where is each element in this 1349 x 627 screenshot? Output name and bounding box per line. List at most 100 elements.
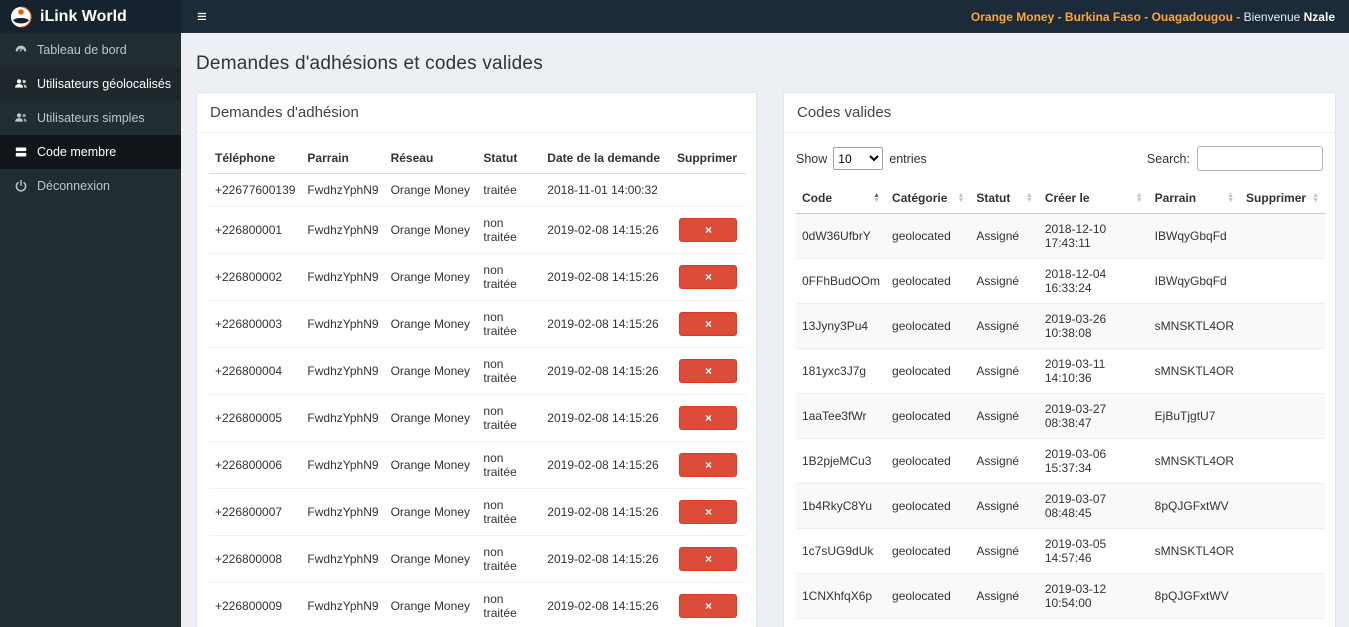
code-row: 1CNXhfqX6p geolocated Assigné 2019-03-12 10… (796, 573, 1325, 619)
code-cell-status: Assigné (976, 364, 1020, 378)
code-cell-category: geolocated (892, 589, 951, 603)
sidebar-item-geolocated-users[interactable]: Utilisateurs géolocalisés (0, 67, 181, 101)
page-title: Demandes d'adhésions et codes valides (196, 53, 543, 74)
requests-col-delete: Supprimer (670, 143, 746, 174)
request-cell-network: Orange Money (384, 394, 478, 442)
request-cell-network: Orange Money (384, 441, 478, 489)
request-cell-delete: × (670, 535, 746, 583)
codes-col-parrain[interactable]: Parrain ▲ ▼ (1148, 183, 1241, 214)
code-cell-delete (1240, 304, 1325, 349)
code-cell-status: Assigné (976, 319, 1020, 333)
column-header: Code ▲ ▼ (802, 191, 880, 205)
request-cell-parrain: FwdhzYphN9 (301, 253, 385, 301)
request-cell-delete: × (670, 441, 746, 489)
code-cell-created: 2019-03-27 08:38:47 (1044, 402, 1107, 430)
codes-table: Code ▲ ▼ Catégorie ▲ ▼ Statut ▲ ▼ Créer le ▲ ▼ Parra… (796, 183, 1325, 627)
sidebar-item-dashboard[interactable]: Tableau de bord (0, 33, 181, 67)
code-cell-status: Assigné (976, 589, 1020, 603)
request-cell-phone: +226800002 (209, 253, 302, 301)
topbar-username: Nzale (1303, 9, 1335, 24)
code-row: 0dW36UfbrY geolocated Assigné 2018-12-10 17… (796, 213, 1325, 259)
codes-col-category[interactable]: Catégorie ▲ ▼ (886, 183, 971, 214)
delete-request-button[interactable]: × (679, 453, 738, 477)
code-cell-code: 0dW36UfbrY (802, 229, 871, 243)
code-cell-delete (1240, 259, 1325, 304)
delete-request-button[interactable]: × (679, 547, 738, 571)
request-cell-network: Orange Money (384, 488, 478, 536)
code-cell-code: 1B2pjeMCu3 (802, 454, 872, 468)
code-cell-category: geolocated (892, 544, 951, 558)
main-content: Demandes d'adhésions et codes valides De… (181, 33, 1349, 627)
sort-desc-icon: ▼ (1227, 197, 1235, 204)
request-row: +226800003 FwdhzYphN9 Orange Money non trai… (209, 300, 746, 348)
request-cell-date: 2019-02-08 14:15:26 (541, 441, 671, 489)
code-cell-delete (1240, 439, 1325, 484)
x-icon: × (704, 317, 712, 331)
request-cell-status: non traitée (477, 535, 542, 583)
request-cell-network: Orange Money (384, 173, 478, 207)
codes-col-status[interactable]: Statut ▲ ▼ (970, 183, 1039, 214)
request-cell-delete: × (670, 394, 746, 442)
sidebar-item-member-code[interactable]: Code membre (0, 135, 181, 169)
sidebar-item-logout[interactable]: Déconnexion (0, 169, 181, 203)
code-cell-delete (1240, 349, 1325, 394)
sort-desc-icon: ▼ (1135, 197, 1143, 204)
codes-col-delete[interactable]: Supprimer ▲ ▼ (1240, 183, 1325, 214)
sidebar-item-label: Tableau de bord (37, 43, 127, 57)
power-icon (13, 179, 28, 194)
request-cell-status: non traitée (477, 300, 542, 348)
code-row: 1d9CDtc4mvgeolocatedAssigné2019-03-22 08… (796, 619, 1325, 627)
code-cell-category: geolocated (892, 274, 951, 288)
sort-desc-icon: ▼ (873, 197, 881, 204)
delete-request-button[interactable]: × (679, 500, 738, 524)
delete-request-button[interactable]: × (679, 265, 738, 289)
code-cell-created: 2019-03-05 14:57:46 (1044, 537, 1107, 565)
delete-request-button[interactable]: × (679, 218, 738, 242)
code-cell-category: geolocated (892, 454, 951, 468)
code-cell-code: 1aaTee3fWr (802, 409, 867, 423)
request-cell-delete: × (670, 206, 746, 254)
request-row: +226800005 FwdhzYphN9 Orange Money non trai… (209, 394, 746, 442)
code-cell-parrain: 8pQJGFxtWV (1154, 589, 1229, 603)
column-label: Catégorie (892, 191, 948, 205)
request-cell-date: 2019-02-08 14:15:26 (541, 488, 671, 536)
request-cell-network: Orange Money (384, 300, 478, 348)
codes-col-code[interactable]: Code ▲ ▼ (796, 183, 887, 214)
topbar-user-info: Orange Money - Burkina Faso - Ouagadougo… (971, 0, 1349, 33)
request-cell-parrain: FwdhzYphN9 (301, 300, 385, 348)
requests-col-date: Date de la demande (541, 143, 671, 174)
delete-request-button[interactable]: × (679, 359, 738, 383)
sort-icon: ▲ ▼ (867, 192, 881, 204)
sort-icon: ▲ ▼ (1020, 192, 1033, 204)
code-row: 13Jyny3Pu4 geolocated Assigné 2019-03-26 10… (796, 303, 1325, 349)
delete-request-button[interactable]: × (679, 594, 738, 618)
request-cell-status: non traitée (477, 394, 542, 442)
delete-request-button[interactable]: × (679, 406, 738, 430)
request-cell-delete: × (670, 582, 746, 627)
request-cell-phone: +226800003 (209, 300, 302, 348)
code-cell-category: geolocated (892, 229, 951, 243)
sort-icon: ▲ ▼ (1221, 192, 1235, 204)
codes-col-created[interactable]: Créer le ▲ ▼ (1038, 183, 1149, 214)
request-cell-parrain: FwdhzYphN9 (301, 488, 385, 536)
code-cell-created: 2019-03-22 08:45:22 (1039, 619, 1149, 627)
app-brand: iLink World (0, 0, 181, 33)
search-input[interactable] (1197, 146, 1323, 171)
request-row: +226800006 FwdhzYphN9 Orange Money non trai… (209, 441, 746, 489)
request-cell-phone: +22677600139 (209, 173, 302, 207)
sidebar-item-simple-users[interactable]: Utilisateurs simples (0, 101, 181, 135)
delete-request-button[interactable]: × (679, 312, 738, 336)
sidebar-toggle-button[interactable]: ≡ (181, 0, 223, 33)
code-cell-status: Assigné (976, 409, 1020, 423)
requests-col-network: Réseau (384, 143, 478, 174)
code-cell-category: geolocated (892, 364, 951, 378)
request-row: +226800007 FwdhzYphN9 Orange Money non trai… (209, 488, 746, 536)
request-cell-date: 2019-02-08 14:15:26 (541, 535, 671, 583)
page-size-select[interactable]: 10 (833, 147, 884, 170)
request-cell-date: 2018-11-01 14:00:32 (541, 173, 671, 207)
code-cell-code: 13Jyny3Pu4 (802, 319, 869, 333)
request-cell-network: Orange Money (384, 206, 478, 254)
code-row: 1B2pjeMCu3 geolocated Assigné 2019-03-06 15… (796, 439, 1325, 484)
sort-desc-icon: ▼ (1312, 197, 1319, 204)
sort-desc-icon: ▼ (957, 197, 965, 204)
